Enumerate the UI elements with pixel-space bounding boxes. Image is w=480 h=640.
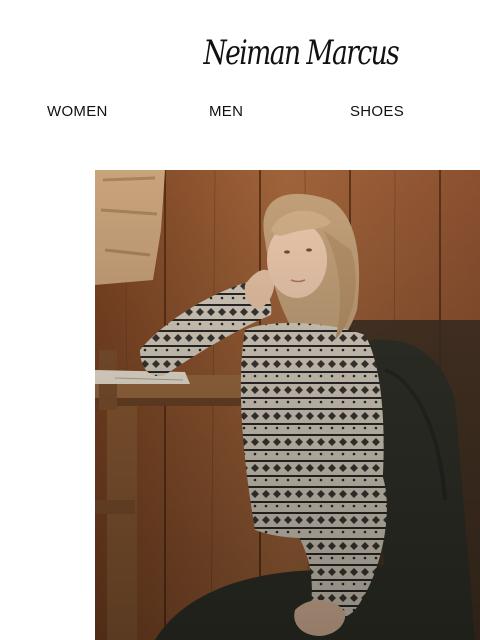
- hero-image-link[interactable]: [95, 170, 480, 640]
- main-nav: WOMEN MEN SHOES: [0, 100, 480, 124]
- brand-logo-text: Neiman Marcus: [203, 33, 400, 73]
- brand-logo[interactable]: Neiman Marcus: [204, 18, 400, 88]
- nav-item-women[interactable]: WOMEN: [47, 100, 108, 124]
- nav-item-shoes[interactable]: SHOES: [350, 100, 404, 124]
- nav-item-men[interactable]: MEN: [209, 100, 243, 124]
- hero-photo: [95, 170, 480, 640]
